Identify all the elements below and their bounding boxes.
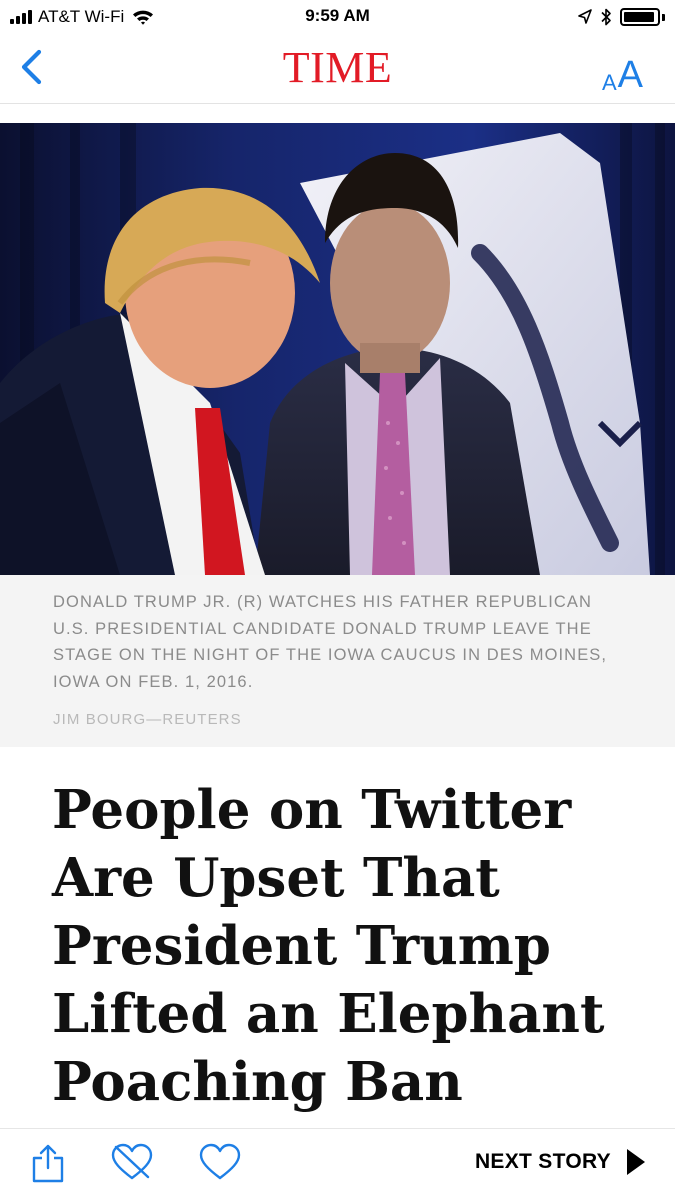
text-size-button[interactable]: A A bbox=[602, 44, 643, 94]
play-arrow-icon bbox=[627, 1149, 645, 1175]
text-size-small: A bbox=[601, 70, 617, 95]
image-credit: JIM BOURG—REUTERS bbox=[53, 711, 242, 728]
bottom-toolbar: NEXT STORY bbox=[0, 1128, 675, 1200]
dislike-heart-icon bbox=[111, 1143, 153, 1180]
battery-level bbox=[624, 12, 655, 22]
nav-bar: TIME A A bbox=[0, 34, 675, 104]
status-time: 9:59 AM bbox=[305, 6, 370, 25]
article-headline: People on Twitter Are Upset That Preside… bbox=[52, 779, 605, 1113]
time-logo: TIME bbox=[282, 43, 393, 92]
image-caption: DONALD TRUMP JR. (R) WATCHES HIS FATHER … bbox=[53, 593, 608, 691]
image-caption-box: DONALD TRUMP JR. (R) WATCHES HIS FATHER … bbox=[0, 575, 675, 747]
battery-icon bbox=[620, 8, 665, 26]
location-icon bbox=[578, 9, 592, 24]
bluetooth-icon bbox=[601, 8, 611, 26]
next-story-button[interactable]: NEXT STORY bbox=[475, 1149, 645, 1175]
dislike-button[interactable] bbox=[110, 1143, 154, 1188]
share-icon bbox=[32, 1144, 64, 1183]
hero-photo bbox=[0, 123, 675, 575]
text-size-large: A bbox=[617, 54, 643, 96]
article-hero-image bbox=[0, 123, 675, 575]
next-story-label: NEXT STORY bbox=[474, 1150, 611, 1173]
heart-icon bbox=[199, 1143, 241, 1180]
status-bar: AT&T Wi-Fi 9:59 AM bbox=[0, 0, 675, 34]
share-button[interactable] bbox=[31, 1143, 65, 1188]
status-right bbox=[578, 6, 665, 28]
like-button[interactable] bbox=[199, 1143, 241, 1188]
